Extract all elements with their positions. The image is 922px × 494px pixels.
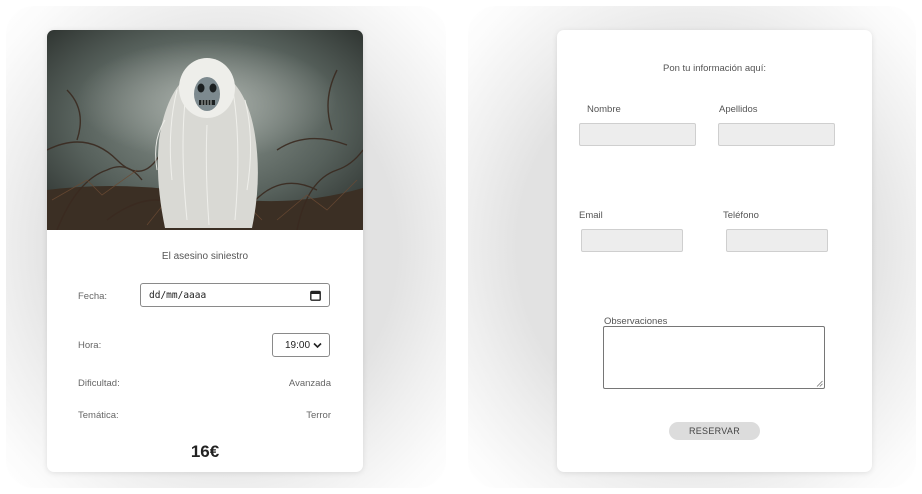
nombre-input[interactable] [579, 123, 696, 146]
form-heading: Pon tu información aquí: [663, 63, 766, 74]
price: 16€ [190, 442, 220, 461]
time-select-value: 19:00 [285, 340, 311, 351]
apellidos-input[interactable] [718, 123, 835, 146]
apellidos-label: Apellidos [719, 104, 758, 115]
nombre-label: Nombre [587, 104, 621, 115]
ghost-photo [47, 30, 363, 230]
resize-grip-icon[interactable] [816, 380, 823, 387]
time-select[interactable]: 19:00 [272, 333, 330, 357]
reservar-button[interactable]: RESERVAR [669, 422, 760, 440]
date-input-value: dd/mm/aaaa [149, 290, 207, 301]
dificultad-value: Avanzada [288, 378, 331, 389]
hora-label: Hora: [78, 340, 102, 351]
fecha-label: Fecha: [78, 291, 108, 302]
room-title: El asesino siniestro [161, 251, 249, 262]
email-label: Email [579, 210, 603, 221]
chevron-down-icon [313, 342, 322, 349]
tematica-label: Temática: [78, 410, 119, 421]
date-input[interactable]: dd/mm/aaaa [140, 283, 330, 307]
email-input[interactable] [581, 229, 683, 252]
telefono-label: Teléfono [723, 210, 759, 221]
observaciones-textarea[interactable] [603, 326, 825, 389]
calendar-icon[interactable] [310, 290, 321, 301]
telefono-input[interactable] [726, 229, 828, 252]
reservation-form: Pon tu información aquí: Nombre Apellido… [557, 30, 872, 472]
dificultad-label: Dificultad: [78, 378, 120, 389]
escape-room-card: El asesino siniestro Fecha: dd/mm/aaaa H… [47, 30, 363, 472]
tematica-value: Terror [306, 410, 331, 421]
